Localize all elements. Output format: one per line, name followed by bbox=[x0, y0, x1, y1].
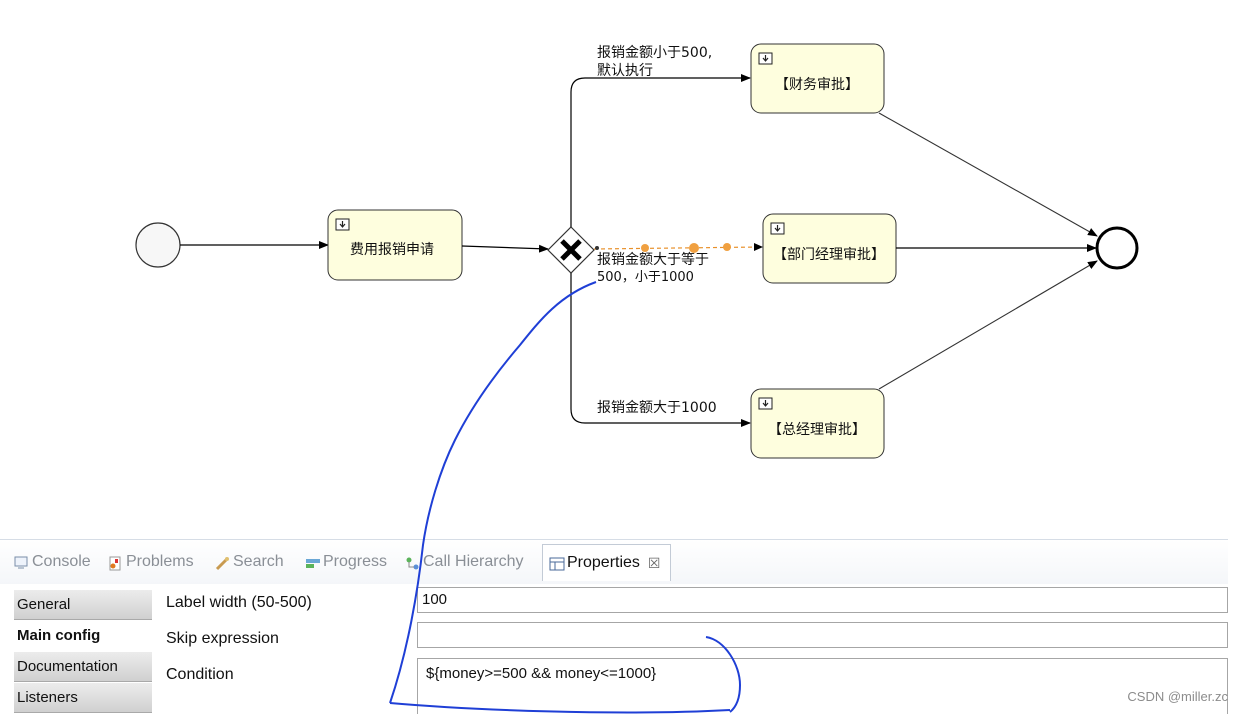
tab-console[interactable]: Console bbox=[14, 546, 91, 578]
task-marker-icon bbox=[335, 218, 350, 231]
task-general-manager-label: 【总经理审批】 bbox=[768, 422, 866, 438]
start-event[interactable] bbox=[135, 222, 181, 268]
flow-label-mid-line1: 报销金额大于等于 bbox=[597, 251, 709, 268]
watermark: CSDN @miller.zc bbox=[1127, 689, 1228, 704]
search-icon bbox=[215, 556, 229, 570]
flow-apply-to-gateway[interactable] bbox=[461, 244, 549, 253]
flow-label-over-1000: 报销金额大于1000 bbox=[597, 400, 717, 416]
tab-search-label: Search bbox=[233, 553, 284, 570]
task-apply[interactable]: 费用报销申请 bbox=[327, 209, 463, 281]
label-width-label: Label width (50-500) bbox=[166, 594, 312, 611]
flow-label-under-500-line1: 报销金额小于500, bbox=[597, 45, 712, 61]
view-tab-bar: Console Problems Search Progress Call Hi… bbox=[0, 539, 1228, 585]
condition-textarea[interactable]: ${money>=500 && money<=1000} bbox=[417, 658, 1228, 714]
problems-icon bbox=[108, 556, 122, 570]
side-tab-main-config[interactable]: Main config bbox=[14, 621, 152, 651]
tab-console-label: Console bbox=[32, 553, 91, 570]
task-finance[interactable]: 【财务审批】 bbox=[750, 43, 885, 114]
side-tab-listeners[interactable]: Listeners bbox=[14, 683, 152, 713]
flow-label-under-500-line2: 默认执行 bbox=[597, 63, 653, 79]
side-tab-documentation[interactable]: Documentation bbox=[14, 652, 152, 682]
end-event[interactable] bbox=[1095, 226, 1139, 270]
condition-label: Condition bbox=[166, 666, 234, 683]
tab-search[interactable]: Search bbox=[215, 546, 284, 578]
exclusive-gateway[interactable] bbox=[547, 226, 595, 274]
tab-call-hierarchy[interactable]: Call Hierarchy bbox=[405, 546, 523, 578]
console-icon bbox=[14, 556, 28, 569]
tab-problems-label: Problems bbox=[126, 553, 194, 570]
task-finance-label: 【财务审批】 bbox=[775, 77, 859, 93]
flow-general-manager-to-end[interactable] bbox=[878, 260, 1098, 390]
task-marker-icon bbox=[758, 52, 773, 65]
progress-icon bbox=[305, 556, 320, 569]
tab-properties[interactable]: Properties ☒ bbox=[542, 544, 672, 581]
tab-progress[interactable]: Progress bbox=[305, 546, 387, 578]
properties-sheet: General Main config Documentation Listen… bbox=[0, 584, 1228, 714]
skip-expression-label: Skip expression bbox=[166, 630, 279, 647]
flow-gateway-to-finance[interactable] bbox=[570, 74, 751, 227]
task-general-manager[interactable]: 【总经理审批】 bbox=[750, 388, 885, 459]
tab-progress-label: Progress bbox=[323, 553, 388, 570]
close-icon[interactable]: ☒ bbox=[648, 555, 661, 572]
flow-finance-to-end[interactable] bbox=[878, 112, 1098, 237]
label-width-input[interactable]: 100 bbox=[417, 587, 1228, 613]
bpmn-canvas[interactable]: 费用报销申请 报销金额小于500, 默认执行 报销金额大于等于 500，小于10… bbox=[0, 0, 1243, 539]
task-dept-manager-label: 【部门经理审批】 bbox=[773, 247, 885, 263]
properties-icon bbox=[549, 557, 565, 570]
tab-problems[interactable]: Problems bbox=[108, 546, 194, 578]
task-dept-manager[interactable]: 【部门经理审批】 bbox=[762, 213, 897, 284]
skip-expression-input[interactable] bbox=[417, 622, 1228, 648]
task-marker-icon bbox=[770, 222, 785, 235]
task-apply-label: 费用报销申请 bbox=[350, 242, 434, 258]
task-marker-icon bbox=[758, 397, 773, 410]
tab-call-hierarchy-label: Call Hierarchy bbox=[423, 553, 524, 570]
tab-properties-label: Properties bbox=[567, 554, 640, 571]
call-hierarchy-icon bbox=[405, 556, 419, 569]
flow-label-mid-line2: 500，小于1000 bbox=[597, 270, 694, 285]
side-tab-general[interactable]: General bbox=[14, 590, 152, 620]
